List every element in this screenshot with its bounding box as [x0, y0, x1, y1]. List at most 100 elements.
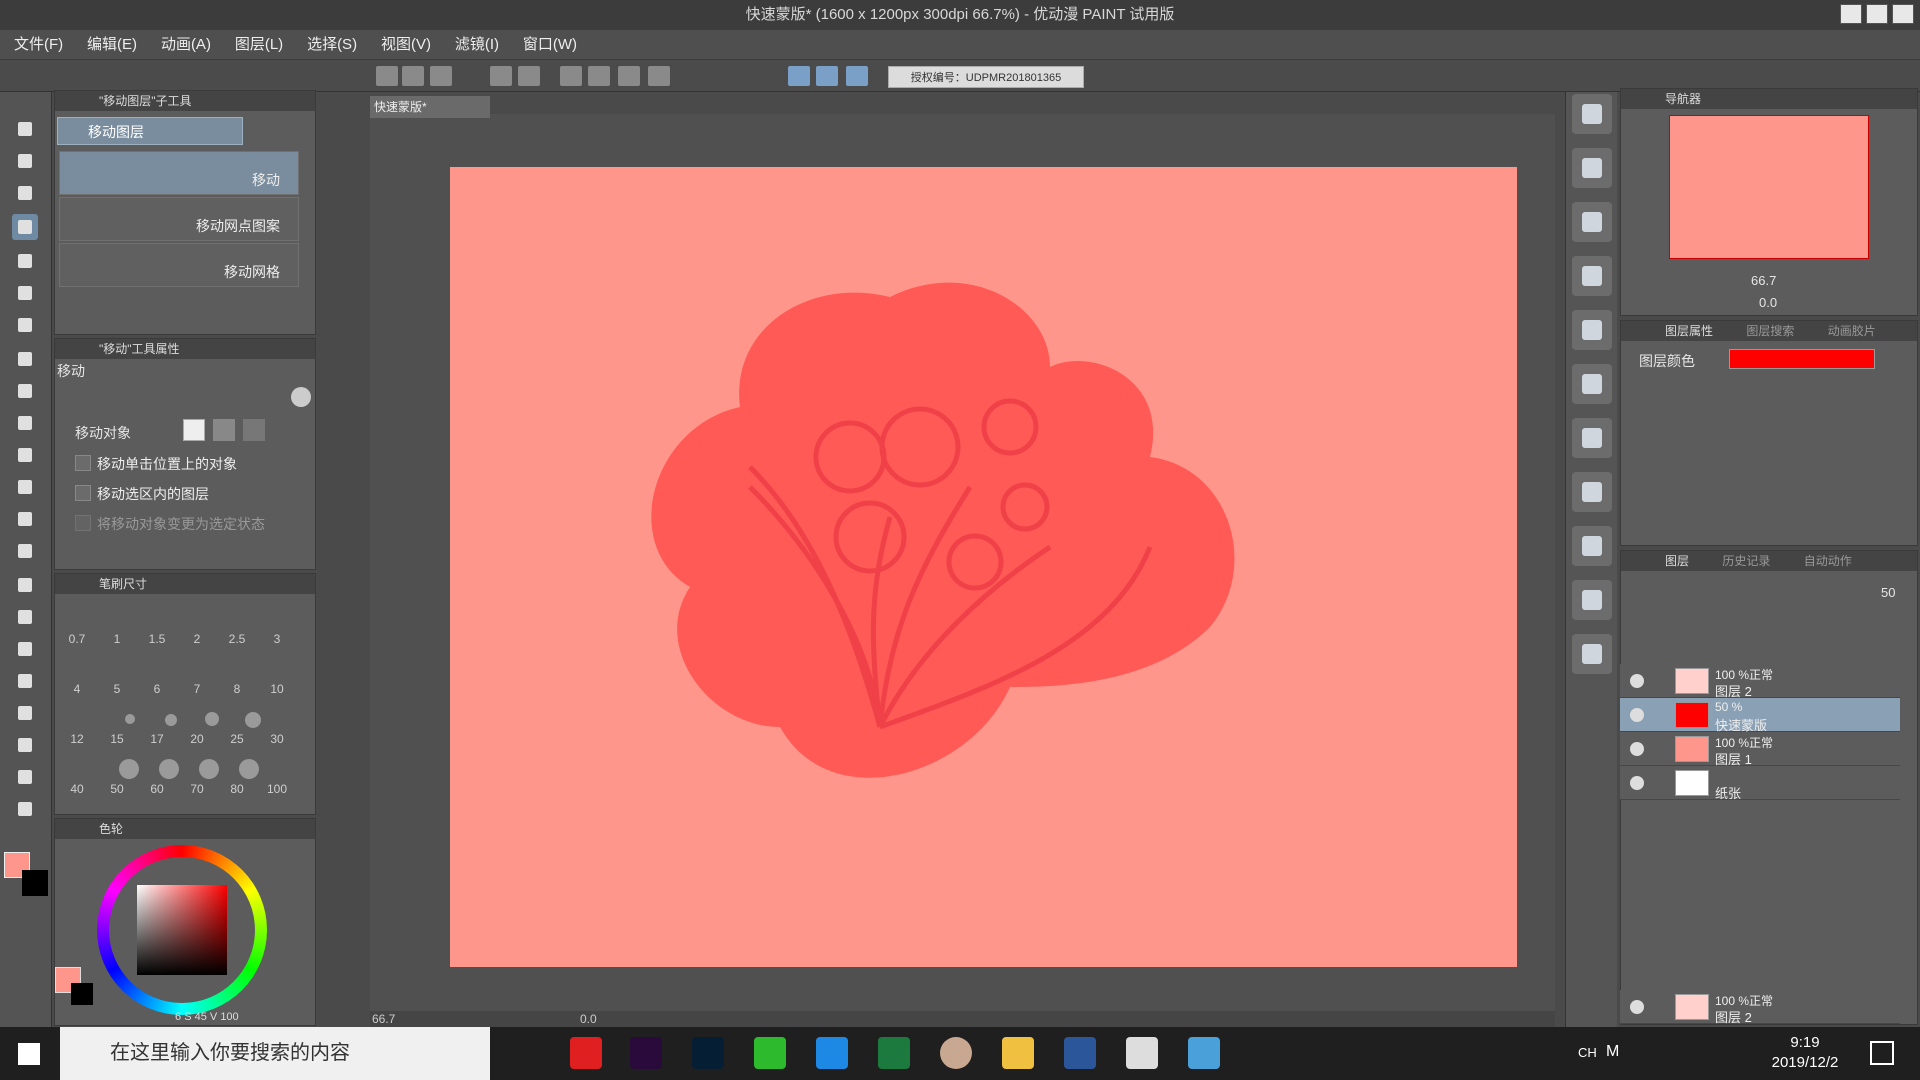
eye-icon[interactable]: [1630, 708, 1644, 722]
brush-size-preset[interactable]: 2: [177, 632, 217, 646]
subtool-move-tone[interactable]: 移动网点图案: [59, 197, 299, 241]
avatar-app-icon[interactable]: [940, 1037, 972, 1069]
snap-special-ruler-icon[interactable]: [816, 66, 838, 86]
save-icon[interactable]: [430, 66, 452, 86]
brush-size-preset[interactable]: 30: [257, 732, 297, 746]
brush-size-preset[interactable]: 6: [137, 682, 177, 696]
hand-tool[interactable]: [12, 148, 38, 174]
brush-size-preset[interactable]: 50: [97, 782, 137, 796]
zoom-tool[interactable]: [12, 116, 38, 142]
brush-size-preset[interactable]: 40: [57, 782, 97, 796]
material-button-9[interactable]: [1572, 580, 1612, 620]
fill-tool[interactable]: [12, 572, 38, 598]
brush-size-preset[interactable]: 15: [97, 732, 137, 746]
color-sub-swatch[interactable]: [71, 983, 93, 1005]
text-tool[interactable]: [12, 732, 38, 758]
eye-icon[interactable]: [1630, 674, 1644, 688]
auto-select-tool[interactable]: [12, 280, 38, 306]
ruler-tool[interactable]: [12, 700, 38, 726]
brush-size-preset[interactable]: 100: [257, 782, 297, 796]
option-click-object-checkbox[interactable]: [75, 455, 91, 471]
eye-icon[interactable]: [1630, 776, 1644, 790]
menu-filter[interactable]: 滤镜(I): [445, 30, 509, 60]
photos-icon[interactable]: [1126, 1037, 1158, 1069]
sub-color-swatch[interactable]: [22, 870, 48, 896]
menu-edit[interactable]: 编辑(E): [77, 30, 147, 60]
menu-select[interactable]: 选择(S): [297, 30, 367, 60]
material-button-6[interactable]: [1572, 418, 1612, 458]
brush-size-preset[interactable]: 60: [137, 782, 177, 796]
layer-row-footer[interactable]: 100 %正常 图层 2: [1620, 990, 1900, 1025]
paint-app-icon[interactable]: [1188, 1037, 1220, 1069]
layerprop-tab[interactable]: 图层属性: [1665, 324, 1713, 338]
edge-icon[interactable]: [816, 1037, 848, 1069]
target-layer-icon[interactable]: [183, 419, 205, 441]
brush-size-preset[interactable]: 3: [257, 632, 297, 646]
menu-layer[interactable]: 图层(L): [225, 30, 293, 60]
menu-animation[interactable]: 动画(A): [151, 30, 221, 60]
brush-tool[interactable]: [12, 410, 38, 436]
notification-icon[interactable]: [1870, 1041, 1894, 1065]
quick-access-search[interactable]: [1572, 94, 1612, 134]
airbrush-tool[interactable]: [12, 442, 38, 468]
zoom-readout[interactable]: 66.7: [372, 1012, 395, 1026]
maximize-button[interactable]: [1866, 4, 1888, 24]
brush-size-preset[interactable]: 8: [217, 682, 257, 696]
rotate-tool[interactable]: [12, 180, 38, 206]
file-explorer-icon[interactable]: [1002, 1037, 1034, 1069]
new-file-icon[interactable]: [376, 66, 398, 86]
ime-indicator[interactable]: CH: [1578, 1045, 1597, 1060]
brush-size-preset[interactable]: 1: [97, 632, 137, 646]
correct-line-tool[interactable]: [12, 796, 38, 822]
menu-window[interactable]: 窗口(W): [513, 30, 587, 60]
gradient-tool[interactable]: [12, 604, 38, 630]
netease-music-icon[interactable]: [570, 1037, 602, 1069]
taskbar-clock[interactable]: 9:19 2019/12/2: [1740, 1033, 1870, 1073]
layer-opacity-readout[interactable]: 50: [1881, 585, 1895, 600]
animation-cels-tab[interactable]: 动画胶片: [1828, 324, 1876, 338]
subtool-group-tab[interactable]: 移动图层: [57, 117, 243, 145]
brush-size-preset[interactable]: 70: [177, 782, 217, 796]
subtool-move-grid[interactable]: 移动网格: [59, 243, 299, 287]
layer-search-tab[interactable]: 图层搜索: [1746, 324, 1794, 338]
target-grid-icon[interactable]: [243, 419, 265, 441]
iqiyi-icon[interactable]: [754, 1037, 786, 1069]
navigator-rotation[interactable]: 0.0: [1759, 295, 1777, 310]
material-button-5[interactable]: [1572, 364, 1612, 404]
redo-icon[interactable]: [518, 66, 540, 86]
brush-size-preset[interactable]: 2.5: [217, 632, 257, 646]
excel-icon[interactable]: [878, 1037, 910, 1069]
layer-row[interactable]: 纸张: [1620, 766, 1900, 801]
menu-file[interactable]: 文件(F): [4, 30, 73, 60]
fill-icon[interactable]: [588, 66, 610, 86]
blend-tool[interactable]: [12, 538, 38, 564]
option-set-selected-checkbox[interactable]: [75, 515, 91, 531]
subtool-move[interactable]: 移动: [59, 151, 299, 195]
material-button-8[interactable]: [1572, 526, 1612, 566]
navigator-zoom[interactable]: 66.7: [1751, 273, 1776, 288]
layer-row[interactable]: 100 %正常 图层 1: [1620, 732, 1900, 767]
close-button[interactable]: [1892, 4, 1914, 24]
brush-size-preset[interactable]: 1.5: [137, 632, 177, 646]
figure-tool[interactable]: [12, 636, 38, 662]
brush-size-preset[interactable]: 5: [97, 682, 137, 696]
brush-size-preset[interactable]: 4: [57, 682, 97, 696]
brush-size-preset[interactable]: 12: [57, 732, 97, 746]
clear-icon[interactable]: [560, 66, 582, 86]
material-button-1[interactable]: [1572, 148, 1612, 188]
material-button-4[interactable]: [1572, 310, 1612, 350]
photoshop-icon[interactable]: [692, 1037, 724, 1069]
brush-size-preset[interactable]: 20: [177, 732, 217, 746]
brush-size-preset[interactable]: 25: [217, 732, 257, 746]
material-button-10[interactable]: [1572, 634, 1612, 674]
menu-view[interactable]: 视图(V): [371, 30, 441, 60]
layer-color-swatch[interactable]: [1729, 349, 1875, 369]
eye-icon[interactable]: [1630, 742, 1644, 756]
minimize-button[interactable]: [1840, 4, 1862, 24]
pencil-tool[interactable]: [12, 378, 38, 404]
brush-size-preset[interactable]: 0.7: [57, 632, 97, 646]
navigator-preview[interactable]: [1669, 115, 1869, 259]
snap-grid-icon[interactable]: [846, 66, 868, 86]
target-tone-icon[interactable]: [213, 419, 235, 441]
undo-icon[interactable]: [490, 66, 512, 86]
